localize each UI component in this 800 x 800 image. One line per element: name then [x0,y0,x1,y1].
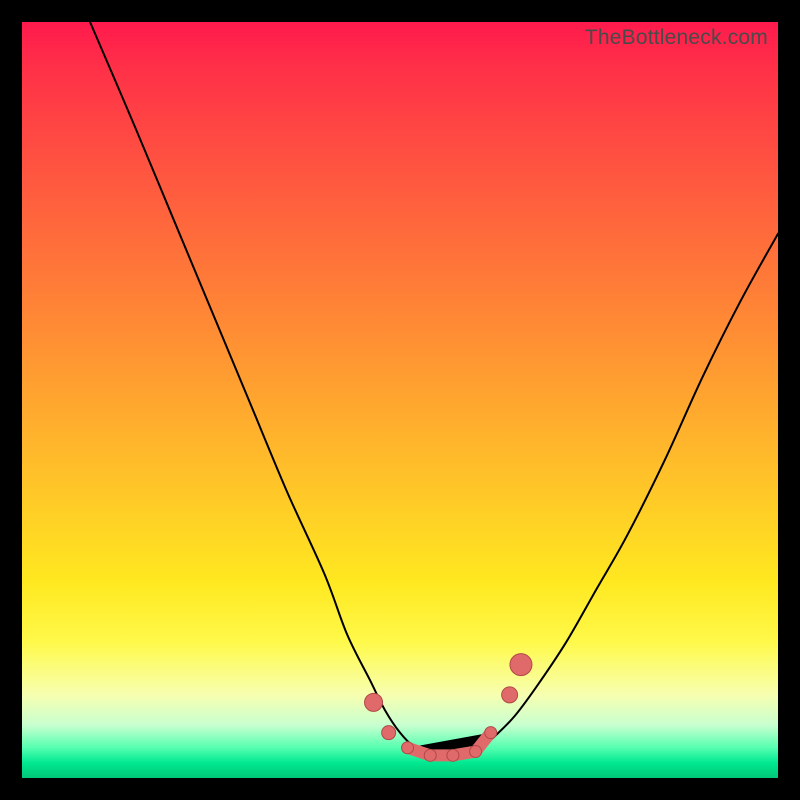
chart-frame: TheBottleneck.com [0,0,800,800]
curve-right-branch [476,234,778,756]
marker-bead [424,749,436,761]
marker-bead [470,746,482,758]
marker-bead [447,749,459,761]
bottleneck-curve [22,22,778,778]
curve-left-branch [90,22,430,755]
marker-bead [365,693,383,711]
marker-bead [510,654,532,676]
marker-bead [485,727,497,739]
plot-area: TheBottleneck.com [22,22,778,778]
marker-bead [402,742,414,754]
marker-bead [382,726,396,740]
bottleneck-markers [365,654,532,762]
marker-bead [502,687,518,703]
